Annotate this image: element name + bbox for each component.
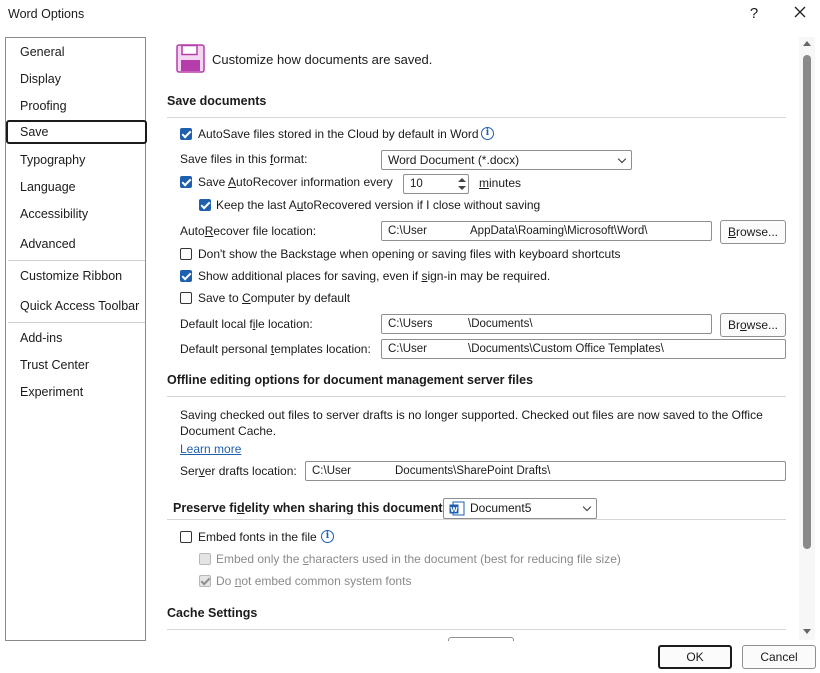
svg-text:W: W: [450, 506, 458, 514]
embed-only-label: Embed only the characters used in the do…: [216, 552, 621, 566]
sidebar-item-quick-access-toolbar[interactable]: Quick Access Toolbar: [7, 294, 146, 318]
local-location-label: Default local file location:: [180, 317, 313, 331]
save-icon: [176, 44, 205, 73]
embed-fonts-checkbox[interactable]: [180, 531, 192, 543]
path-redaction: [352, 463, 392, 479]
templates-location-input[interactable]: C:\User \Documents\Custom Office Templat…: [381, 339, 786, 359]
server-drafts-input[interactable]: C:\User Documents\SharePoint Drafts\: [305, 461, 786, 481]
close-icon: [794, 6, 806, 18]
keep-last-label: Keep the last AutoRecovered version if I…: [216, 198, 541, 212]
window-title: Word Options: [8, 7, 85, 21]
word-document-icon: W: [449, 501, 465, 521]
info-icon[interactable]: i: [481, 127, 494, 140]
info-icon[interactable]: i: [321, 530, 334, 543]
sidebar-item-general[interactable]: General: [7, 40, 146, 64]
autorecover-browse-button[interactable]: Browse...: [720, 220, 786, 244]
templates-path-start: C:\User: [388, 343, 427, 355]
fidelity-document-select[interactable]: W Document5: [443, 498, 597, 519]
minutes-label: minutes: [479, 176, 522, 190]
autorecover-path-start: C:\User: [388, 225, 427, 237]
sidebar-item-advanced[interactable]: Advanced: [7, 232, 146, 256]
no-common-fonts-checkbox[interactable]: [199, 575, 211, 587]
scroll-up-icon[interactable]: [803, 41, 811, 46]
sidebar-item-typography[interactable]: Typography: [7, 148, 146, 172]
ok-button[interactable]: OK: [658, 645, 732, 669]
sidebar-item-trust-center[interactable]: Trust Center: [7, 353, 146, 377]
section-title-cache-settings: Cache Settings: [167, 606, 258, 620]
drafts-path-end: Documents\SharePoint Drafts\: [395, 465, 551, 477]
spin-up-icon[interactable]: [458, 178, 466, 182]
sidebar-item-proofing[interactable]: Proofing: [7, 94, 146, 118]
backstage-label: Don't show the Backstage when opening or…: [198, 247, 621, 261]
options-sidebar: General Display Proofing Save Typography…: [5, 37, 147, 641]
cancel-button[interactable]: Cancel: [742, 645, 816, 669]
save-to-computer-label: Save to Computer by default: [198, 291, 351, 305]
no-common-fonts-label: Do not embed common system fonts: [216, 574, 412, 588]
section-divider: [167, 519, 786, 520]
autorecover-label: Save AutoRecover information every: [198, 175, 393, 189]
autosave-label: AutoSave files stored in the Cloud by de…: [198, 127, 479, 141]
page-heading: Customize how documents are saved.: [212, 52, 433, 67]
offline-message: Saving checked out files to server draft…: [180, 408, 763, 438]
sidebar-divider: [8, 322, 145, 323]
sidebar-item-language[interactable]: Language: [7, 175, 146, 199]
autorecover-minutes-value: 10: [410, 178, 423, 190]
sidebar-item-experiment[interactable]: Experiment: [7, 380, 146, 404]
path-redaction: [432, 341, 468, 357]
section-title-save-documents: Save documents: [167, 94, 267, 108]
section-title-fidelity: Preserve fidelity when sharing this docu…: [173, 501, 447, 515]
local-path-start: C:\Users: [388, 318, 433, 330]
local-path-end: \Documents\: [468, 318, 533, 330]
backstage-checkbox[interactable]: [180, 248, 192, 260]
help-button[interactable]: ?: [742, 2, 766, 26]
local-location-input[interactable]: C:\Users \Documents\: [381, 314, 712, 334]
sidebar-item-add-ins[interactable]: Add-ins: [7, 326, 146, 350]
scroll-down-icon[interactable]: [803, 629, 811, 634]
embed-fonts-label: Embed fonts in the file: [198, 530, 317, 544]
scrollbar-thumb[interactable]: [803, 55, 811, 549]
additional-places-label: Show additional places for saving, even …: [198, 269, 551, 283]
autorecover-path-end: AppData\Roaming\Microsoft\Word\: [470, 225, 648, 237]
save-format-select[interactable]: Word Document (*.docx): [381, 150, 632, 170]
save-to-computer-checkbox[interactable]: [180, 292, 192, 304]
path-redaction: [432, 316, 468, 332]
fidelity-document-value: Document5: [470, 501, 532, 515]
close-button[interactable]: [788, 2, 812, 26]
drafts-path-start: C:\User: [312, 465, 351, 477]
chevron-down-icon: [617, 154, 627, 164]
spin-down-icon[interactable]: [458, 186, 466, 190]
autorecover-checkbox[interactable]: [180, 176, 192, 188]
sidebar-item-display[interactable]: Display: [7, 67, 146, 91]
additional-places-checkbox[interactable]: [180, 270, 192, 282]
sidebar-divider: [8, 260, 145, 261]
sidebar-item-accessibility[interactable]: Accessibility: [7, 202, 146, 226]
server-drafts-label: Server drafts location:: [180, 464, 297, 478]
templates-location-label: Default personal templates location:: [180, 342, 371, 356]
autorecover-minutes-input[interactable]: 10: [403, 174, 469, 194]
sidebar-item-save[interactable]: Save: [6, 120, 147, 144]
section-divider: [167, 396, 786, 397]
sidebar-item-customize-ribbon[interactable]: Customize Ribbon: [7, 264, 146, 288]
save-format-value: Word Document (*.docx): [388, 153, 520, 167]
autorecover-location-input[interactable]: C:\User AppData\Roaming\Microsoft\Word\: [381, 221, 712, 241]
section-divider: [167, 117, 786, 118]
embed-only-checkbox[interactable]: [199, 553, 211, 565]
learn-more-link[interactable]: Learn more: [180, 442, 241, 456]
templates-path-end: \Documents\Custom Office Templates\: [468, 343, 664, 355]
autosave-checkbox[interactable]: [180, 128, 192, 140]
save-format-label: Save files in this format:: [180, 152, 308, 166]
keep-last-checkbox[interactable]: [199, 199, 211, 211]
section-title-offline-editing: Offline editing options for document man…: [167, 373, 534, 387]
cache-settings-control[interactable]: [448, 637, 514, 641]
path-redaction: [432, 223, 468, 239]
chevron-down-icon: [582, 502, 592, 512]
autorecover-location-label: AutoRecover file location:: [180, 224, 317, 238]
local-browse-button[interactable]: Browse...: [720, 313, 786, 337]
section-divider: [167, 629, 786, 630]
